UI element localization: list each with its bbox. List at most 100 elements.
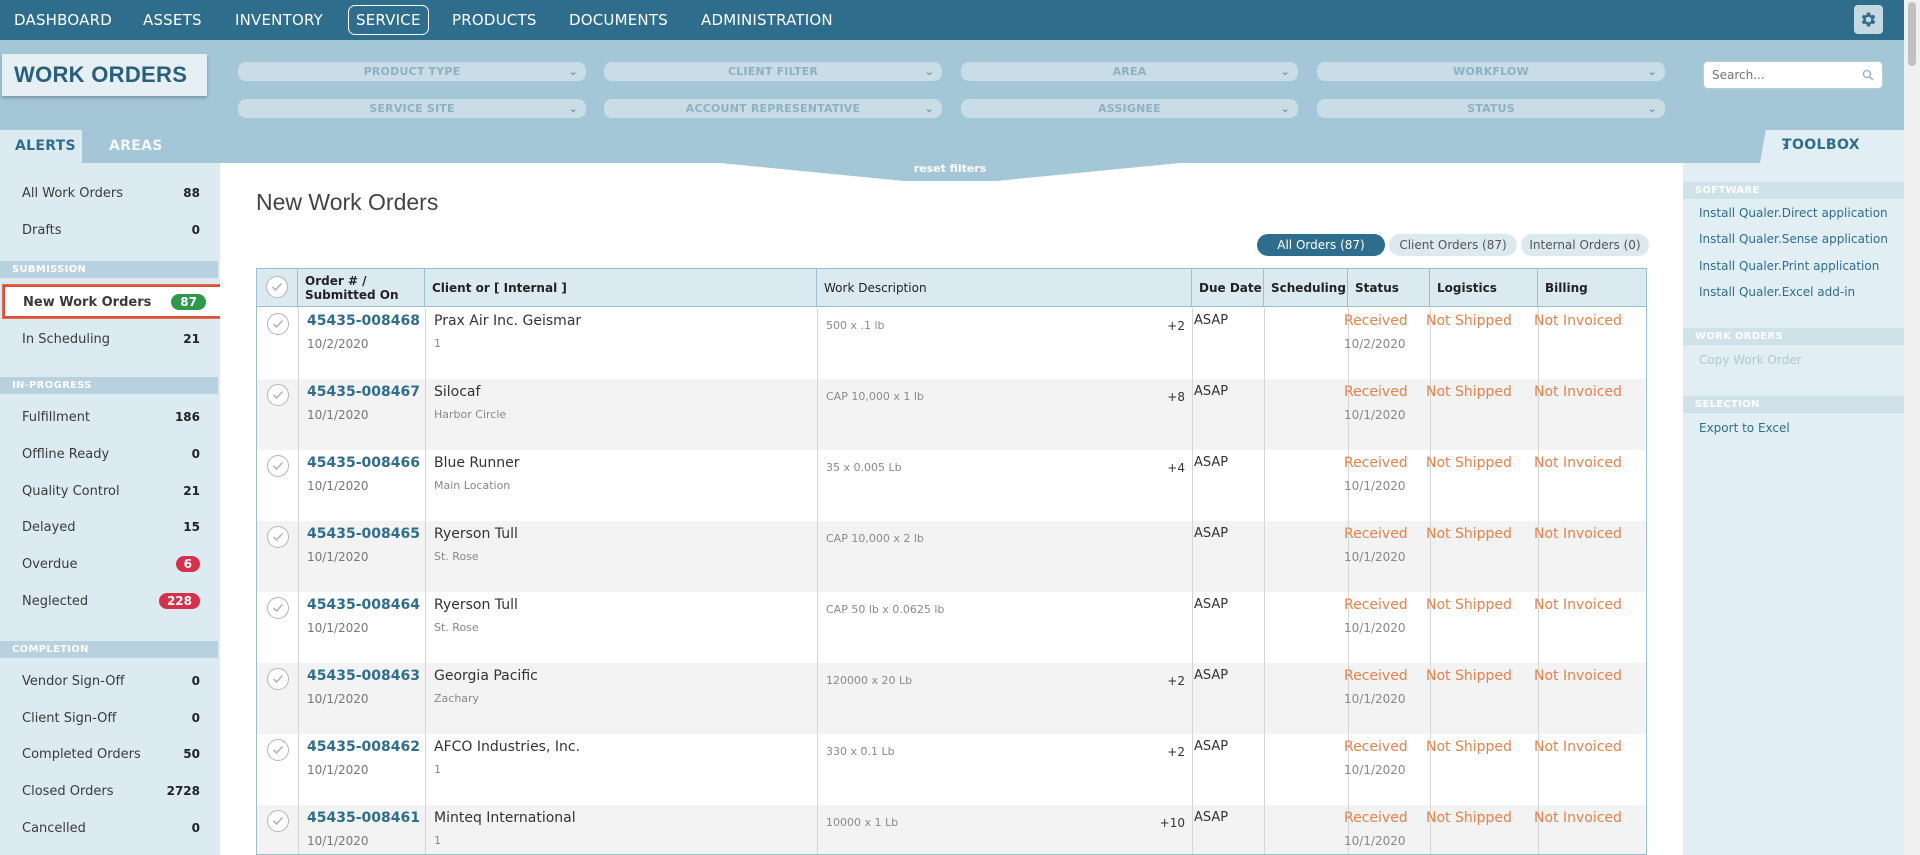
filter-workflow[interactable]: WORKFLOW ⌄ xyxy=(1317,62,1665,81)
page-scrollbar[interactable] xyxy=(1904,0,1920,855)
client-site: St. Rose xyxy=(434,550,479,563)
sidebar-item-completed-orders[interactable]: Completed Orders 50 xyxy=(0,738,220,774)
settings-button[interactable] xyxy=(1854,5,1883,34)
nav-documents[interactable]: DOCUMENTS xyxy=(569,0,668,40)
more-items-wrap xyxy=(257,592,1185,622)
link-copy-work-order[interactable]: Copy Work Order xyxy=(1699,353,1802,367)
sidebar-item-count: 21 xyxy=(183,484,200,498)
more-items-count[interactable]: +2 xyxy=(425,319,1185,333)
status-value: Received xyxy=(1344,739,1408,755)
link-install-print[interactable]: Install Qualer.Print application xyxy=(1699,259,1879,273)
toolbox-toggle[interactable]: TOOLBOX › xyxy=(1760,130,1904,163)
nav-inventory[interactable]: INVENTORY xyxy=(235,0,323,40)
billing-value: Not Invoiced xyxy=(1534,384,1622,400)
table-row[interactable]: 45435-008462 10/1/2020 AFCO Industries, In… xyxy=(257,734,1646,805)
filter-client[interactable]: CLIENT FILTER ⌄ xyxy=(604,62,942,81)
toolbox-section-work-orders: WORK ORDERS xyxy=(1683,328,1904,345)
more-items-count[interactable]: +2 xyxy=(425,674,1185,688)
column-header-billing[interactable]: Billing xyxy=(1538,269,1646,307)
filter-area[interactable]: AREA ⌄ xyxy=(961,62,1298,81)
more-items-count[interactable]: +2 xyxy=(425,745,1185,759)
billing-value: Not Invoiced xyxy=(1534,597,1622,613)
tab-areas[interactable]: AREAS xyxy=(82,130,178,163)
table-row[interactable]: 45435-008468 10/2/2020 Prax Air Inc. Geism… xyxy=(257,308,1646,379)
nav-products[interactable]: PRODUCTS xyxy=(452,0,537,40)
pill-all-orders[interactable]: All Orders (87) xyxy=(1257,234,1385,256)
nav-dashboard[interactable]: DASHBOARD xyxy=(14,0,112,40)
table-header: Order # / Submitted On Client or [ Inter… xyxy=(257,269,1646,307)
scrollbar-thumb[interactable] xyxy=(1908,2,1916,66)
sidebar-item-label: Cancelled xyxy=(22,821,86,836)
link-export-excel[interactable]: Export to Excel xyxy=(1699,421,1790,435)
column-header-status[interactable]: Status xyxy=(1348,269,1430,307)
search-icon[interactable] xyxy=(1862,69,1874,81)
search-input[interactable] xyxy=(1704,62,1849,88)
sidebar-item-in-scheduling[interactable]: In Scheduling 21 xyxy=(0,323,220,359)
column-header-order-label: Order # / xyxy=(305,274,367,288)
nav-service[interactable]: SERVICE xyxy=(348,5,429,35)
table-row[interactable]: 45435-008467 10/1/2020 Silocaf Harbor Circl… xyxy=(257,379,1646,450)
sidebar-item-label: Neglected xyxy=(22,594,89,609)
logistics-value: Not Shipped xyxy=(1426,597,1512,613)
more-items-count[interactable]: +8 xyxy=(425,390,1185,404)
table-row[interactable]: 45435-008465 10/1/2020 Ryerson Tull St. Ros… xyxy=(257,521,1646,592)
sidebar-item-vendor-sign-off[interactable]: Vendor Sign-Off 0 xyxy=(0,665,220,701)
filter-account-representative[interactable]: ACCOUNT REPRESENTATIVE ⌄ xyxy=(604,99,942,118)
sidebar-item-quality-control[interactable]: Quality Control 21 xyxy=(0,475,220,511)
sidebar-item-neglected[interactable]: Neglected 228 xyxy=(0,585,220,621)
column-header-order[interactable]: Order # / Submitted On xyxy=(298,269,425,307)
column-header-client[interactable]: Client or [ Internal ] xyxy=(425,269,817,307)
link-install-excel[interactable]: Install Qualer.Excel add-in xyxy=(1699,285,1855,299)
due-date: ASAP xyxy=(1194,597,1229,612)
sidebar-item-overdue[interactable]: Overdue 6 xyxy=(0,548,220,584)
filter-product-type[interactable]: PRODUCT TYPE ⌄ xyxy=(238,62,586,81)
table-row[interactable]: 45435-008466 10/1/2020 Blue Runner Main Loc… xyxy=(257,450,1646,521)
toolbox-section-software: SOFTWARE xyxy=(1683,182,1904,199)
more-items-count[interactable]: +4 xyxy=(425,461,1185,475)
sidebar-item-delayed[interactable]: Delayed 15 xyxy=(0,511,220,547)
chevron-down-icon: ⌄ xyxy=(1280,102,1290,115)
sidebar-item-cancelled[interactable]: Cancelled 0 xyxy=(0,812,220,848)
sidebar-item-new-work-orders[interactable]: New Work Orders 87 xyxy=(3,285,225,318)
select-all-checkbox[interactable] xyxy=(266,276,288,298)
submitted-date: 10/1/2020 xyxy=(307,479,369,493)
more-items-count[interactable]: +10 xyxy=(425,816,1185,830)
column-header-description[interactable]: Work Description xyxy=(817,269,1192,307)
column-header-scheduling[interactable]: Scheduling xyxy=(1264,269,1348,307)
table-row[interactable]: 45435-008463 10/1/2020 Georgia Pacific Zach… xyxy=(257,663,1646,734)
due-date: ASAP xyxy=(1194,526,1229,541)
column-header-due-date[interactable]: Due Date xyxy=(1192,269,1264,307)
cell-divider xyxy=(1264,805,1265,854)
sidebar-item-label: In Scheduling xyxy=(22,332,111,347)
filter-status[interactable]: STATUS ⌄ xyxy=(1317,99,1665,118)
pill-internal-orders[interactable]: Internal Orders (0) xyxy=(1521,234,1649,256)
due-date: ASAP xyxy=(1194,739,1229,754)
nav-assets[interactable]: ASSETS xyxy=(143,0,202,40)
sidebar-item-offline-ready[interactable]: Offline Ready 0 xyxy=(0,438,220,474)
reset-filters-tab[interactable]: reset filters xyxy=(720,162,1180,181)
client-site: Harbor Circle xyxy=(434,408,507,421)
tab-alerts[interactable]: ALERTS xyxy=(0,130,82,163)
filter-service-site[interactable]: SERVICE SITE ⌄ xyxy=(238,99,586,118)
link-install-direct[interactable]: Install Qualer.Direct application xyxy=(1699,206,1888,220)
sidebar-item-client-sign-off[interactable]: Client Sign-Off 0 xyxy=(0,702,220,738)
filter-assignee[interactable]: ASSIGNEE ⌄ xyxy=(961,99,1298,118)
sidebar-item-closed-orders[interactable]: Closed Orders 2728 xyxy=(0,775,220,811)
cell-divider xyxy=(1192,805,1193,854)
gear-icon xyxy=(1861,12,1876,27)
sidebar-item-drafts[interactable]: Drafts 0 xyxy=(0,214,220,250)
reset-filters-link[interactable]: reset filters xyxy=(720,162,1180,175)
sidebar-item-label: Drafts xyxy=(22,223,62,238)
table-row[interactable]: 45435-008464 10/1/2020 Ryerson Tull St. Ros… xyxy=(257,592,1646,663)
sidebar-item-fulfillment[interactable]: Fulfillment 186 xyxy=(0,401,220,437)
chevron-down-icon: ⌄ xyxy=(924,65,934,78)
status-date: 10/1/2020 xyxy=(1344,408,1406,422)
nav-administration[interactable]: ADMINISTRATION xyxy=(701,0,833,40)
sidebar-item-all-work-orders[interactable]: All Work Orders 88 xyxy=(0,177,220,213)
table-row[interactable]: 45435-008461 10/1/2020 Minteq Internationa… xyxy=(257,805,1646,854)
column-header-logistics[interactable]: Logistics xyxy=(1430,269,1538,307)
pill-client-orders[interactable]: Client Orders (87) xyxy=(1389,234,1517,256)
more-items-wrap: +8 xyxy=(257,379,1185,409)
page-title: WORK ORDERS xyxy=(14,62,188,87)
link-install-sense[interactable]: Install Qualer.Sense application xyxy=(1699,232,1888,246)
